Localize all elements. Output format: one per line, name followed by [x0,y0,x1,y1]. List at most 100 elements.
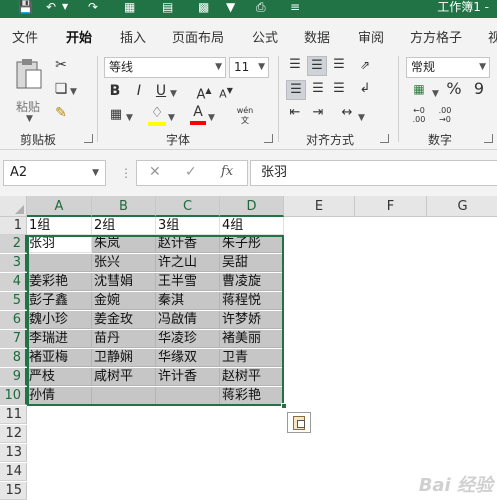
row-header[interactable]: 1 [0,217,27,235]
format-painter-icon[interactable]: ✎ [52,104,70,122]
cell-b10[interactable] [92,387,156,405]
cancel-icon[interactable]: ✕ [149,164,161,180]
column-header-e[interactable]: E [284,196,355,217]
font-name-combo[interactable]: 等线 ▼ [104,57,226,78]
cell-a6[interactable]: 魏小珍 [27,311,92,329]
cell-b5[interactable]: 金婉 [92,292,156,310]
underline-dropdown-icon[interactable]: ▼ [170,85,177,103]
tab-view[interactable]: 视 [488,27,497,46]
alignment-launcher-icon[interactable] [380,134,389,143]
worksheet-grid[interactable]: A B C D E F G 1 2 3 4 5 6 7 8 9 10 11 12… [0,196,497,500]
tab-home[interactable]: 开始 [66,27,92,46]
number-format-combo[interactable]: 常规 ▼ [406,57,490,78]
align-middle-icon[interactable]: ☰ [307,56,327,76]
increase-decimal-icon[interactable]: ←0.00 [408,106,430,124]
cell-c6[interactable]: 冯啟倩 [156,311,220,329]
cell-b7[interactable]: 苗丹 [92,330,156,348]
copy-icon[interactable]: ❏ [52,80,70,98]
row-header[interactable]: 8 [0,349,27,367]
save-icon[interactable]: 💾 [18,0,33,14]
filter-icon[interactable]: ▼ [226,0,235,14]
table-icon[interactable]: ▤ [162,0,173,14]
accounting-format-icon[interactable]: ▦ [408,80,430,98]
tab-page-layout[interactable]: 页面布局 [172,27,224,46]
cell-d10[interactable]: 蒋彩艳 [220,387,284,405]
cell-c1[interactable]: 3组 [156,217,220,235]
tab-fangfang[interactable]: 方方格子 [410,27,462,46]
decrease-decimal-icon[interactable]: .00 →0 [434,106,456,124]
align-bottom-icon[interactable]: ☰ [330,56,348,74]
row-header[interactable]: 3 [0,254,27,272]
undo-icon[interactable]: ↶ [46,0,56,14]
wrap-text-icon[interactable]: ↲ [356,80,374,98]
increase-indent-icon[interactable]: ⇥ [309,104,327,122]
cell-a7[interactable]: 李瑞进 [27,330,92,348]
insert-function-button[interactable]: fx [221,164,233,179]
borders-icon[interactable]: ▦ [124,0,135,14]
bold-button[interactable]: B [108,82,122,100]
cell-a8[interactable]: 褚亚梅 [27,349,92,367]
align-top-icon[interactable]: ☰ [286,56,304,74]
align-center-icon[interactable]: ☰ [309,80,327,98]
row-header[interactable]: 14 [0,463,27,481]
cell-a3[interactable] [27,254,92,272]
print-icon[interactable]: ⎙ [256,0,266,14]
cell-c4[interactable]: 王半雪 [156,273,220,291]
shrink-font-button[interactable]: A▼ [216,82,236,104]
tab-data[interactable]: 数据 [304,27,330,46]
paste-button[interactable]: 粘贴 ▼ [12,58,46,124]
number-launcher-icon[interactable] [484,134,493,143]
tab-file[interactable]: 文件 [12,27,38,46]
redo-icon[interactable]: ↷ [88,0,98,14]
row-header[interactable]: 2 [0,235,27,253]
row-header[interactable]: 9 [0,368,27,386]
column-header-d[interactable]: D [220,196,284,217]
cell-c5[interactable]: 秦淇 [156,292,220,310]
tab-insert[interactable]: 插入 [120,27,146,46]
copy-dropdown-icon[interactable]: ▼ [70,83,77,101]
phonetic-button[interactable]: wén 文 [230,106,260,126]
cell-d1[interactable]: 4组 [220,217,284,235]
column-header-a[interactable]: A [27,196,92,217]
row-header[interactable]: 12 [0,425,27,443]
column-header-c[interactable]: C [156,196,220,217]
cell-c8[interactable]: 华缘双 [156,349,220,367]
font-launcher-icon[interactable] [264,134,273,143]
accounting-dropdown-icon[interactable]: ▼ [432,85,439,103]
borders-dropdown-icon[interactable]: ▼ [126,109,133,127]
comma-button[interactable]: 9 [472,80,486,98]
paste-options-button[interactable] [287,412,311,433]
grow-font-button[interactable]: A▲ [194,82,214,104]
cell-d9[interactable]: 赵树平 [220,368,284,386]
cell-b8[interactable]: 卫静娴 [92,349,156,367]
fill-color-dropdown-icon[interactable]: ▼ [168,109,175,127]
cell-d2[interactable]: 朱子彤 [220,235,284,253]
merge-center-icon[interactable]: ↔ [338,104,356,122]
column-header-b[interactable]: B [92,196,156,217]
enter-icon[interactable]: ✓ [185,164,197,180]
cell-b3[interactable]: 张兴 [92,254,156,272]
cell-b6[interactable]: 姜金玫 [92,311,156,329]
tab-formulas[interactable]: 公式 [252,27,278,46]
fill-handle[interactable] [281,403,287,409]
row-header[interactable]: 4 [0,273,27,291]
form-icon[interactable]: ▩ [198,0,209,14]
row-header[interactable]: 7 [0,330,27,348]
row-header[interactable]: 13 [0,444,27,462]
italic-button[interactable]: I [132,82,146,100]
font-color-dropdown-icon[interactable]: ▼ [208,109,215,127]
select-all-button[interactable] [0,196,27,217]
cell-c3[interactable]: 许之山 [156,254,220,272]
cell-a2-active[interactable]: 张羽 [27,235,92,253]
undo-dropdown-icon[interactable]: ▼ [62,0,68,14]
cell-c9[interactable]: 许计香 [156,368,220,386]
cell-d7[interactable]: 褚美丽 [220,330,284,348]
cell-d8[interactable]: 卫青 [220,349,284,367]
row-header[interactable]: 10 [0,387,27,405]
percent-button[interactable]: % [446,80,462,98]
align-left-icon[interactable]: ☰ [286,80,306,100]
cell-a4[interactable]: 姜彩艳 [27,273,92,291]
cell-c2[interactable]: 赵计香 [156,235,220,253]
borders-icon[interactable]: ▦ [108,106,124,124]
clipboard-launcher-icon[interactable] [84,134,93,143]
